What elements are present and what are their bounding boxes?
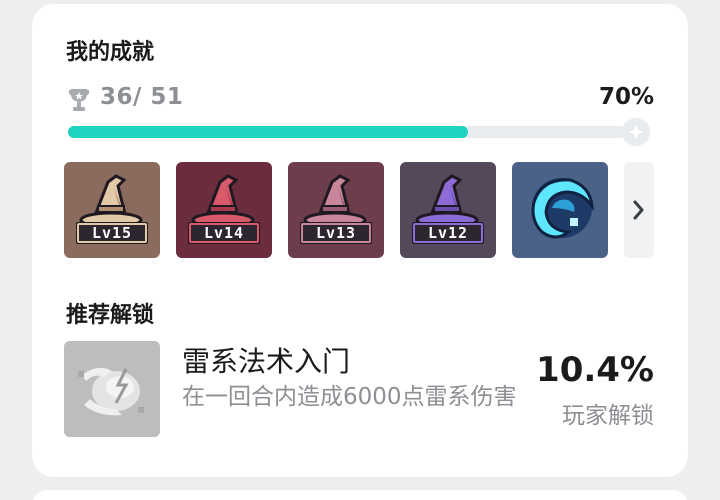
badge-lv13[interactable]: Lv13 (288, 162, 384, 258)
sparkle-icon (622, 118, 650, 146)
progress-track (68, 126, 640, 138)
progress-percent: 70% (598, 84, 654, 110)
recommended-description: 在一回合内造成6000点雷系伤害 (182, 384, 517, 410)
badges-more-button[interactable] (624, 162, 654, 258)
progress-fill (68, 126, 469, 138)
badge-level-label: Lv12 (427, 224, 469, 242)
card-title: 我的成就 (66, 40, 155, 65)
achievement-card: 我的成就 36/ 51 70% Lv15 Lv14 Lv13 Lv12 推荐解锁… (32, 4, 688, 477)
badge-level-label: Lv15 (91, 224, 133, 242)
badge-lv14[interactable]: Lv14 (176, 162, 272, 258)
badge-level-label: Lv13 (315, 224, 357, 242)
unlocked-count: 36/ 51 (100, 84, 184, 110)
trophy-icon (68, 87, 90, 113)
badge-level-label: Lv14 (203, 224, 245, 242)
unlock-rate: 10.4% (536, 350, 654, 390)
recommended-title: 推荐解锁 (66, 303, 155, 328)
badge-lv12[interactable]: Lv12 (400, 162, 496, 258)
thunder-orb-icon[interactable] (64, 341, 160, 437)
next-card (32, 490, 688, 500)
badge-lv15[interactable]: Lv15 (64, 162, 160, 258)
recommended-name: 雷系法术入门 (182, 345, 351, 378)
unlock-rate-label: 玩家解锁 (562, 403, 654, 429)
badge-crystal-orb[interactable] (512, 162, 608, 258)
chevron-right-icon (624, 162, 654, 258)
